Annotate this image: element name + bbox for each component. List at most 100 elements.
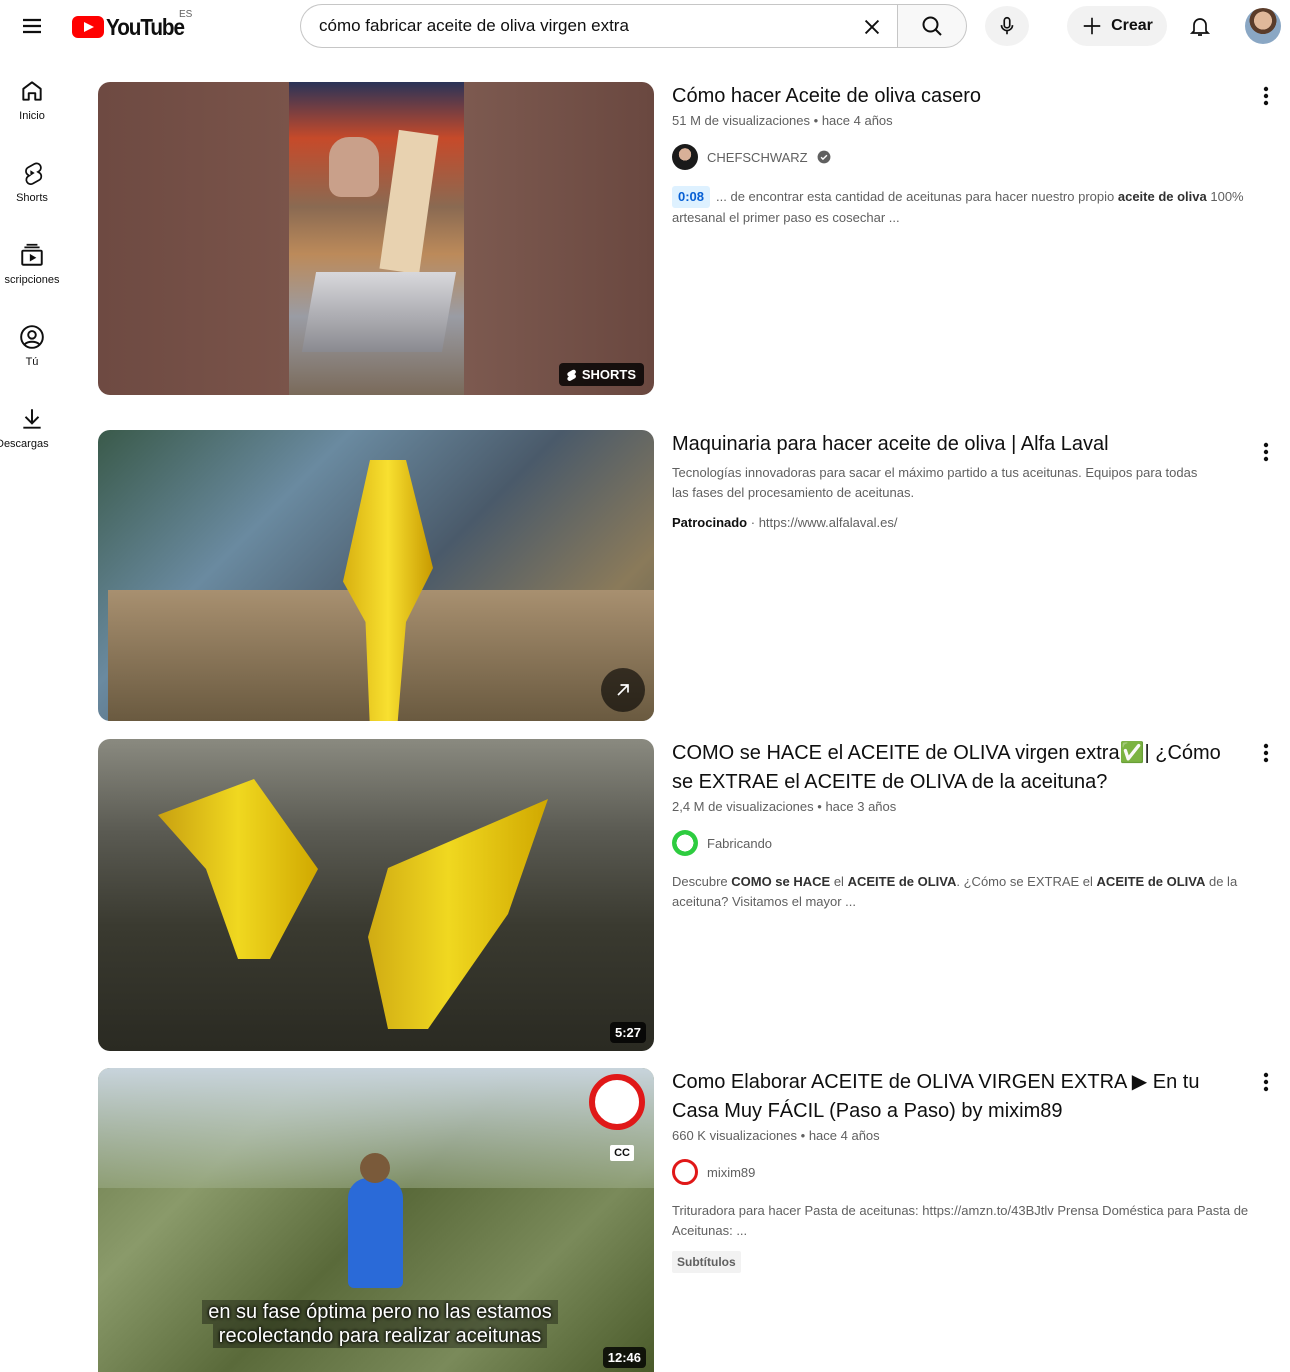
sidebar-item-label: Inicio (19, 110, 45, 122)
clear-search-button[interactable] (858, 13, 886, 41)
video-duration: 5:27 (609, 1022, 646, 1043)
video-thumbnail[interactable]: CC en su fase óptima pero no las estamos… (98, 1068, 654, 1372)
channel-name[interactable]: CHEFSCHWARZ (707, 150, 808, 165)
search-button[interactable] (897, 4, 967, 48)
oil-stream-left (158, 779, 318, 959)
desc-text: . ¿Cómo se EXTRAE el (956, 874, 1097, 889)
view-count: 51 M de visualizaciones (672, 113, 811, 128)
video-caption: en su fase óptima pero no las estamos re… (150, 1300, 610, 1348)
bell-icon (1189, 18, 1211, 36)
snippet-text: ... de encontrar esta cantidad de aceitu… (716, 189, 1118, 204)
video-info: Como Elaborar ACEITE de OLIVA VIRGEN EXT… (672, 1068, 1278, 1273)
kebab-menu-icon (1263, 86, 1269, 106)
video-metadata: 660 K visualizaciones • hace 4 años (672, 1128, 1278, 1143)
desc-highlight: COMO se HACE (731, 874, 831, 889)
channel-row[interactable]: Fabricando (672, 830, 1278, 856)
sidebar-item-downloads[interactable]: Descargas (0, 384, 64, 458)
sponsored-label: Patrocinado (672, 515, 748, 530)
youtube-play-icon (72, 16, 104, 38)
video-snippet: 0:08 ... de encontrar esta cantidad de ac… (672, 186, 1278, 228)
more-actions-button[interactable] (1254, 84, 1278, 108)
search-box[interactable] (300, 4, 898, 48)
verified-badge-icon (817, 150, 831, 164)
account-avatar[interactable] (1245, 8, 1281, 44)
video-thumbnail[interactable]: 5:27 (98, 739, 654, 1051)
channel-name[interactable]: mixim89 (707, 1165, 755, 1180)
menu-button[interactable] (12, 6, 52, 46)
country-code: ES (179, 9, 193, 20)
video-result[interactable]: CC en su fase óptima pero no las estamos… (98, 1068, 1278, 1372)
video-result[interactable]: 5:27 COMO se HACE el ACEITE de OLIVA vir… (98, 739, 1278, 1051)
timestamp-chip[interactable]: 0:08 (672, 186, 711, 208)
sidebar-item-shorts[interactable]: Shorts (0, 138, 64, 212)
search-icon (922, 16, 942, 36)
create-button[interactable]: Crear (1067, 6, 1167, 46)
create-label: Crear (1111, 17, 1153, 34)
video-metadata: 2,4 M de visualizaciones • hace 3 años (672, 799, 1278, 814)
sidebar-item-you[interactable]: Tú (0, 302, 64, 376)
sidebar-item-label: Shorts (16, 192, 48, 204)
sidebar-item-label: Tú (25, 356, 39, 368)
channel-row[interactable]: mixim89 (672, 1159, 1278, 1185)
more-actions-button[interactable] (1254, 440, 1278, 464)
video-info: COMO se HACE el ACEITE de OLIVA virgen e… (672, 739, 1278, 912)
voice-search-button[interactable] (985, 6, 1029, 46)
masthead: YouTube ES Crear (0, 0, 1290, 56)
channel-avatar[interactable] (672, 1159, 698, 1185)
shorts-badge: SHORTS (558, 363, 644, 386)
metal-tray (301, 272, 457, 352)
caption-line: recolectando para realizar aceitunas (212, 1324, 548, 1348)
channel-watermark (589, 1074, 645, 1130)
caption-line: en su fase óptima pero no las estamos (202, 1300, 558, 1324)
more-actions-button[interactable] (1254, 741, 1278, 765)
ad-info: Maquinaria para hacer aceite de oliva | … (672, 430, 1278, 530)
external-link-icon (617, 684, 629, 696)
shorts-icon (567, 369, 576, 381)
you-icon (20, 325, 44, 349)
wooden-board (379, 129, 439, 275)
upload-age: hace 4 años (808, 1128, 880, 1143)
plus-icon (1083, 17, 1101, 35)
ad-url[interactable]: https://www.alfalaval.es/ (759, 515, 898, 530)
video-thumbnail[interactable]: SHORTS (98, 82, 654, 395)
snippet-highlight: aceite de oliva (1117, 189, 1207, 204)
channel-name[interactable]: Fabricando (707, 836, 772, 851)
kebab-menu-icon (1263, 442, 1269, 462)
ad-sponsor-row: Patrocinado · https://www.alfalaval.es/ (672, 515, 1278, 530)
desc-text: Descubre (672, 874, 732, 889)
sidebar-item-label: scripciones (4, 274, 60, 286)
hamburger-icon (23, 18, 41, 34)
kebab-menu-icon (1263, 743, 1269, 763)
video-result[interactable]: SHORTS Cómo hacer Aceite de oliva casero… (98, 82, 1278, 395)
view-count: 2,4 M de visualizaciones (672, 799, 814, 814)
video-title[interactable]: Cómo hacer Aceite de oliva casero (672, 82, 1232, 111)
ad-thumbnail[interactable] (98, 430, 654, 721)
channel-avatar[interactable] (672, 144, 698, 170)
channel-avatar[interactable] (672, 830, 698, 856)
person-figure (329, 137, 379, 197)
sidebar-item-label: Descargas (0, 438, 49, 450)
search-input[interactable] (319, 16, 839, 36)
view-count: 660 K visualizaciones (672, 1128, 798, 1143)
open-link-button[interactable] (601, 668, 645, 712)
video-title[interactable]: Como Elaborar ACEITE de OLIVA VIRGEN EXT… (672, 1068, 1232, 1126)
shorts-video-frame (289, 82, 464, 395)
subscriptions-icon (21, 243, 43, 266)
notifications-button[interactable] (1180, 6, 1220, 46)
kebab-menu-icon (1263, 1072, 1269, 1092)
video-description: Trituradora para hacer Pasta de aceituna… (672, 1203, 1249, 1238)
youtube-logo[interactable]: YouTube (72, 12, 193, 42)
person-figure (348, 1178, 403, 1288)
video-title[interactable]: COMO se HACE el ACEITE de OLIVA virgen e… (672, 739, 1232, 797)
sidebar-item-subscriptions[interactable]: scripciones (0, 220, 64, 294)
meta-separator: • (813, 113, 822, 128)
channel-row[interactable]: CHEFSCHWARZ (672, 144, 1278, 170)
ad-result[interactable]: Maquinaria para hacer aceite de oliva | … (98, 430, 1278, 721)
sidebar-item-home[interactable]: Inicio (0, 56, 64, 130)
home-icon (22, 81, 42, 101)
ad-title[interactable]: Maquinaria para hacer aceite de oliva | … (672, 430, 1232, 459)
more-actions-button[interactable] (1254, 1070, 1278, 1094)
meta-separator: · (750, 515, 759, 530)
video-metadata: 51 M de visualizaciones • hace 4 años (672, 113, 1278, 128)
video-duration: 12:46 (602, 1347, 646, 1368)
